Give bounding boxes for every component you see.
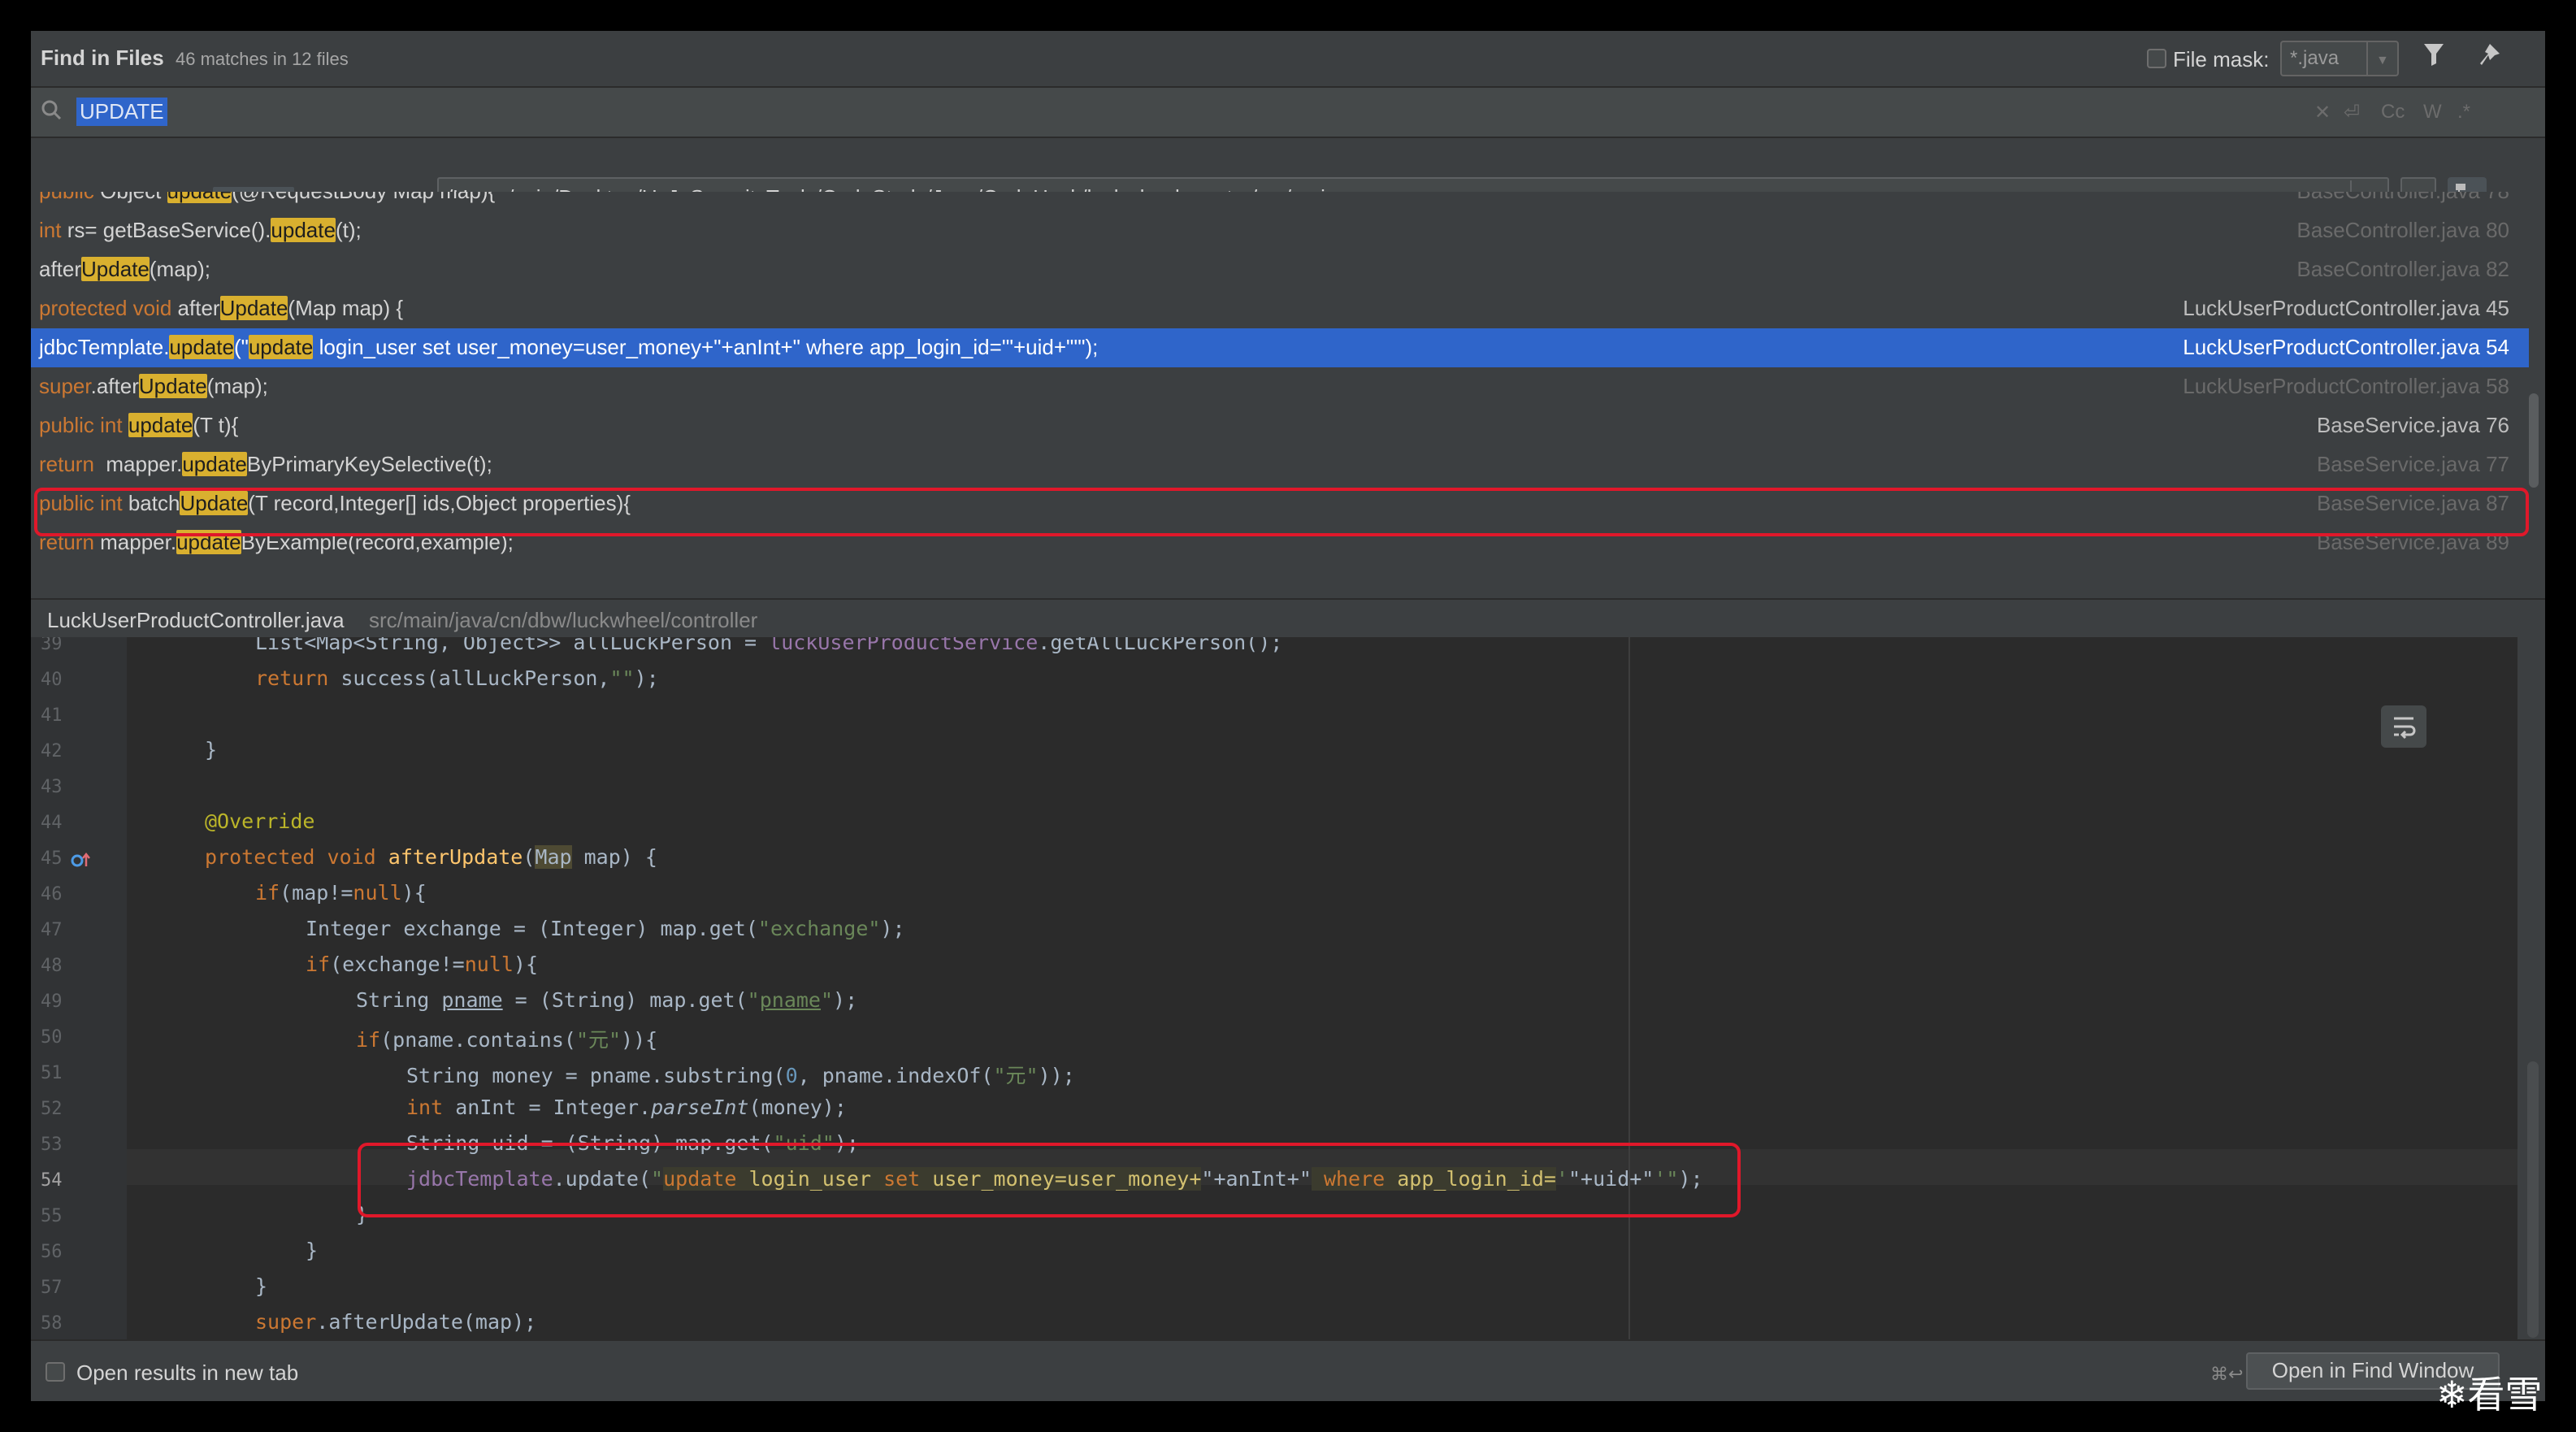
preview-scrollbar[interactable] [2527, 1061, 2539, 1338]
line-number: 39 [41, 637, 63, 654]
line-number: 48 [41, 956, 63, 976]
code-line: } [306, 1239, 319, 1262]
open-new-tab-checkbox[interactable] [46, 1362, 65, 1382]
dialog-header: Find in Files 46 matches in 12 files Fil… [31, 31, 2545, 88]
line-number: 46 [41, 884, 63, 905]
result-row[interactable]: public int update(T t){ BaseService.java… [31, 406, 2529, 445]
result-row[interactable]: protected void afterUpdate(Map map) { Lu… [31, 289, 2529, 328]
line-number: 43 [41, 777, 63, 797]
code-line: Integer exchange = (Integer) map.get("ex… [306, 917, 905, 940]
line-number: 47 [41, 920, 63, 940]
result-row[interactable]: int rs= getBaseService().update(t); Base… [31, 211, 2529, 250]
result-row[interactable]: afterUpdate(map); BaseController.java 82 [31, 250, 2529, 289]
result-row[interactable]: return mapper.updateByPrimaryKeySelectiv… [31, 445, 2529, 484]
dialog-footer: Open results in new tab ⌘↩ Open in Find … [31, 1339, 2545, 1401]
results-scrollbar[interactable] [2529, 393, 2539, 488]
code-line: } [255, 1274, 268, 1298]
result-file: BaseService.java 76 [2316, 413, 2509, 437]
line-number: 56 [41, 1242, 63, 1262]
result-file: BaseController.java 82 [2296, 257, 2509, 281]
chevron-down-icon: ▼ [2376, 54, 2389, 67]
result-file: LuckUserProductController.java 58 [2183, 374, 2509, 398]
line-number-current: 54 [41, 1170, 63, 1191]
result-file: BaseController.java 80 [2296, 218, 2509, 242]
line-number: 57 [41, 1278, 63, 1298]
line-number: 50 [41, 1027, 63, 1048]
code-line: if(exchange!=null){ [306, 952, 539, 976]
dialog-title: Find in Files [41, 46, 164, 70]
line-number: 51 [41, 1063, 63, 1083]
line-number: 49 [41, 992, 63, 1012]
filter-icon[interactable] [2423, 42, 2444, 73]
code-line: if(pname.contains("元")){ [356, 1028, 658, 1052]
whole-words-option[interactable]: W [2423, 101, 2442, 124]
code-preview[interactable]: 39 40 41 42 43 44 45 46 47 48 49 50 51 5… [31, 637, 2517, 1347]
preview-file-path: src/main/java/cn/dbw/luckwheel/controlle… [369, 608, 758, 632]
code-line: @Override [205, 809, 315, 833]
clear-icon[interactable]: ✕ [2314, 101, 2331, 124]
open-new-tab-label: Open results in new tab [76, 1360, 299, 1385]
code-line: if(map!=null){ [255, 881, 427, 905]
find-in-files-dialog: Find in Files 46 matches in 12 files Fil… [31, 31, 2545, 1401]
preview-header: LuckUserProductController.java src/main/… [31, 598, 2545, 639]
match-count: 46 matches in 12 files [176, 49, 349, 69]
result-file: LuckUserProductController.java 45 [2183, 296, 2509, 320]
match-case-option[interactable]: Cc [2381, 101, 2405, 124]
code-line: String pname = (String) map.get("pname")… [356, 988, 858, 1012]
preview-file-name: LuckUserProductController.java [47, 608, 345, 632]
new-line-icon[interactable]: ⏎ [2344, 101, 2360, 124]
annotation-box-result [34, 488, 2529, 536]
file-mask-label: File mask: [2173, 47, 2270, 72]
pin-icon[interactable] [2478, 42, 2501, 73]
code-line: return success(allLuckPerson,""); [255, 666, 659, 690]
search-input[interactable]: UPDATE [76, 98, 167, 126]
shortcut-hint: ⌘↩ [2210, 1364, 2244, 1384]
file-mask-value: *.java [2290, 47, 2340, 69]
file-mask-dropdown[interactable]: *.java ▼ [2280, 41, 2399, 76]
code-line: String money = pname.substring(0, pname.… [406, 1064, 1075, 1087]
line-number: 40 [41, 670, 63, 690]
search-bar: UPDATE ✕ ⏎ Cc W .* [31, 88, 2545, 138]
results-list: public Object update(@RequestBody Map ma… [31, 192, 2545, 600]
right-margin-guide [1628, 637, 1630, 1347]
result-row[interactable]: super.afterUpdate(map); LuckUserProductC… [31, 367, 2529, 406]
regex-option-icon[interactable]: .* [2457, 101, 2470, 124]
line-number: 42 [41, 741, 63, 762]
result-file: BaseController.java 78 [2296, 192, 2509, 204]
line-number: 55 [41, 1206, 63, 1226]
line-number: 53 [41, 1135, 63, 1155]
override-method-icon[interactable] [70, 850, 93, 871]
result-row[interactable]: public Object update(@RequestBody Map ma… [31, 192, 2529, 211]
code-line: protected void afterUpdate(Map map) { [205, 845, 657, 869]
result-row-selected[interactable]: jdbcTemplate.update("update login_user s… [31, 328, 2529, 367]
code-line: } [205, 738, 218, 762]
line-number: 58 [41, 1313, 63, 1334]
line-number: 44 [41, 813, 63, 833]
result-file: BaseService.java 77 [2316, 452, 2509, 476]
file-mask-checkbox[interactable] [2147, 49, 2166, 68]
soft-wrap-icon [2394, 717, 2416, 740]
soft-wrap-button[interactable] [2381, 705, 2426, 748]
line-number: 41 [41, 705, 63, 726]
annotation-box-code [358, 1143, 1741, 1217]
watermark-logo: ❄看雪 [2436, 1373, 2543, 1417]
result-file: LuckUserProductController.java 54 [2183, 335, 2509, 359]
search-icon[interactable] [41, 99, 62, 124]
code-line: int anInt = Integer.parseInt(money); [406, 1096, 847, 1119]
code-line: List<Map<String, Object>> allLuckPerson … [255, 637, 1283, 654]
line-number: 52 [41, 1099, 63, 1119]
